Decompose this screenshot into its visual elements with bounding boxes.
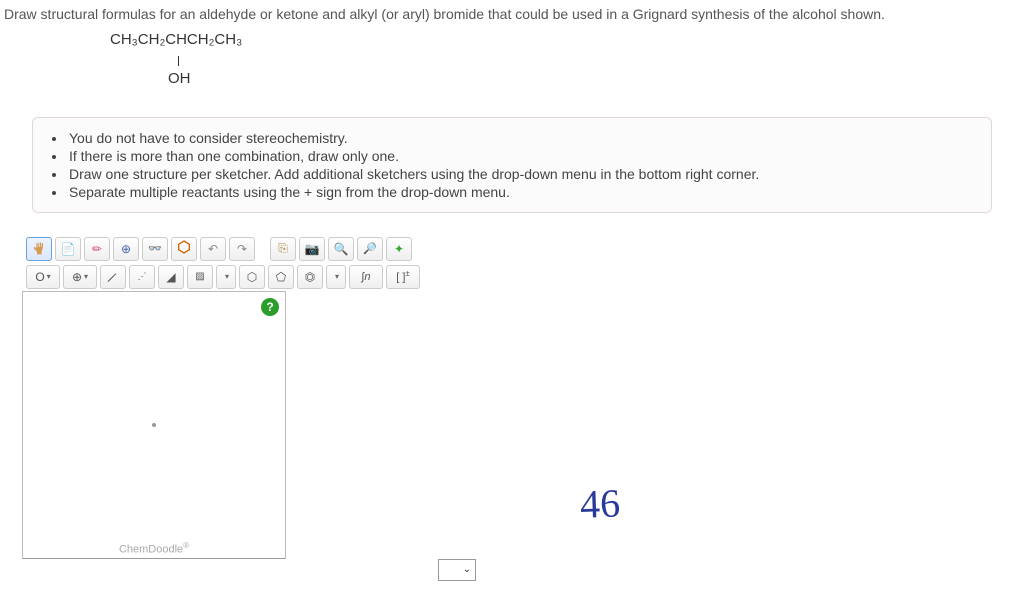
pentagon-ring-button[interactable]: ⬠: [268, 265, 294, 289]
copy-icon: ⎘: [278, 241, 288, 256]
formula-line1: CH₃CH₂CHCH₂CH₃: [110, 30, 1024, 50]
dotted-bond-button[interactable]: ⋰: [129, 265, 155, 289]
eraser-button[interactable]: ✏: [84, 237, 110, 261]
glasses-icon: 👓: [148, 242, 162, 255]
chemdoodle-watermark: ChemDoodle®: [119, 541, 189, 556]
target-icon: ⊕: [121, 242, 131, 256]
hand-tool-button[interactable]: [26, 237, 52, 261]
chain-tool-button[interactable]: ∫n: [349, 265, 383, 289]
hand-icon: [31, 241, 47, 257]
charge-icon: ⊕: [72, 270, 82, 284]
copy-button[interactable]: ⎘: [270, 237, 296, 261]
drawing-canvas[interactable]: ? ChemDoodle®: [22, 291, 286, 559]
chevron-down-icon: ▾: [335, 272, 339, 281]
hexagon-icon: ⬡: [247, 270, 257, 284]
question-prompt: Draw structural formulas for an aldehyde…: [0, 0, 1024, 22]
undo-icon: ↶: [208, 242, 218, 256]
hash-icon: ▨: [195, 271, 204, 282]
benzene-button[interactable]: [171, 237, 197, 261]
glasses-button[interactable]: 👓: [142, 237, 168, 261]
bond-icon: |: [107, 270, 119, 282]
instruction-item: Draw one structure per sketcher. Add add…: [67, 166, 977, 182]
help-button[interactable]: ?: [261, 298, 279, 316]
instruction-item: Separate multiple reactants using the + …: [67, 184, 977, 200]
chevron-down-icon: ▾: [225, 272, 229, 281]
zoom-in-icon: 🔍: [334, 242, 349, 256]
redo-icon: ↷: [237, 242, 247, 256]
single-bond-button[interactable]: |: [100, 265, 126, 289]
charge-picker-button[interactable]: ⊕▾: [63, 265, 97, 289]
toolbar-row-2: O▾ ⊕▾ | ⋰ ◢ ▨ ▾ ⬡ ⬠ ⏣ ▾ ∫n [ ]±: [22, 263, 1024, 291]
formula-line2: OH: [110, 69, 1024, 89]
chain-icon: ∫n: [361, 271, 370, 283]
redo-button[interactable]: ↷: [229, 237, 255, 261]
chevron-down-icon: ▾: [47, 272, 51, 281]
chevron-down-icon: ⌄: [463, 564, 471, 575]
benzene-ring-icon: ⏣: [305, 270, 315, 284]
hash-bond-button[interactable]: ▨: [187, 265, 213, 289]
document-icon: 📄: [61, 242, 76, 256]
camera-icon: 📷: [305, 242, 320, 256]
pentagon-icon: ⬠: [276, 270, 286, 284]
canvas-placeholder-dot: [152, 423, 156, 427]
instructions-box: You do not have to consider stereochemis…: [32, 117, 992, 213]
element-picker-button[interactable]: O▾: [26, 265, 60, 289]
bracket-icon: [ ]±: [396, 269, 410, 284]
target-molecule: CH₃CH₂CHCH₂CH₃ OH: [0, 22, 1024, 89]
refresh-button[interactable]: ✦: [386, 237, 412, 261]
sketcher-widget: 📄 ✏ ⊕ 👓 ↶ ↷ ⎘ 📷 🔍 🔎 ✦ O▾ ⊕▾ | ⋰ ◢ ▨ ▾ ⬡ …: [8, 235, 1024, 559]
instruction-item: You do not have to consider stereochemis…: [67, 130, 977, 146]
paste-button[interactable]: 📷: [299, 237, 325, 261]
instruction-item: If there is more than one combination, d…: [67, 148, 977, 164]
hexagon-ring-button[interactable]: ⬡: [239, 265, 265, 289]
zoom-in-button[interactable]: 🔍: [328, 237, 354, 261]
ring-dropdown-button[interactable]: ▾: [326, 265, 346, 289]
element-label: O: [35, 270, 44, 284]
wedge-bond-button[interactable]: ◢: [158, 265, 184, 289]
eraser-icon: ✏: [92, 242, 102, 256]
handwritten-annotation: 46: [579, 479, 621, 527]
sparkle-icon: ✦: [394, 242, 404, 256]
benzene-icon: [176, 239, 192, 258]
add-sketcher-dropdown[interactable]: ⌄: [438, 559, 476, 581]
bond-dropdown-button[interactable]: ▾: [216, 265, 236, 289]
zoom-out-icon: 🔎: [363, 242, 377, 255]
chevron-down-icon: ▾: [84, 272, 88, 281]
center-button[interactable]: ⊕: [113, 237, 139, 261]
dotted-icon: ⋰: [138, 271, 147, 282]
wedge-icon: ◢: [166, 270, 175, 284]
undo-button[interactable]: ↶: [200, 237, 226, 261]
formula-bond-line: [178, 56, 179, 66]
document-button[interactable]: 📄: [55, 237, 81, 261]
bracket-tool-button[interactable]: [ ]±: [386, 265, 420, 289]
toolbar-row-1: 📄 ✏ ⊕ 👓 ↶ ↷ ⎘ 📷 🔍 🔎 ✦: [22, 235, 1024, 263]
zoom-out-button[interactable]: 🔎: [357, 237, 383, 261]
benzene-ring-button[interactable]: ⏣: [297, 265, 323, 289]
